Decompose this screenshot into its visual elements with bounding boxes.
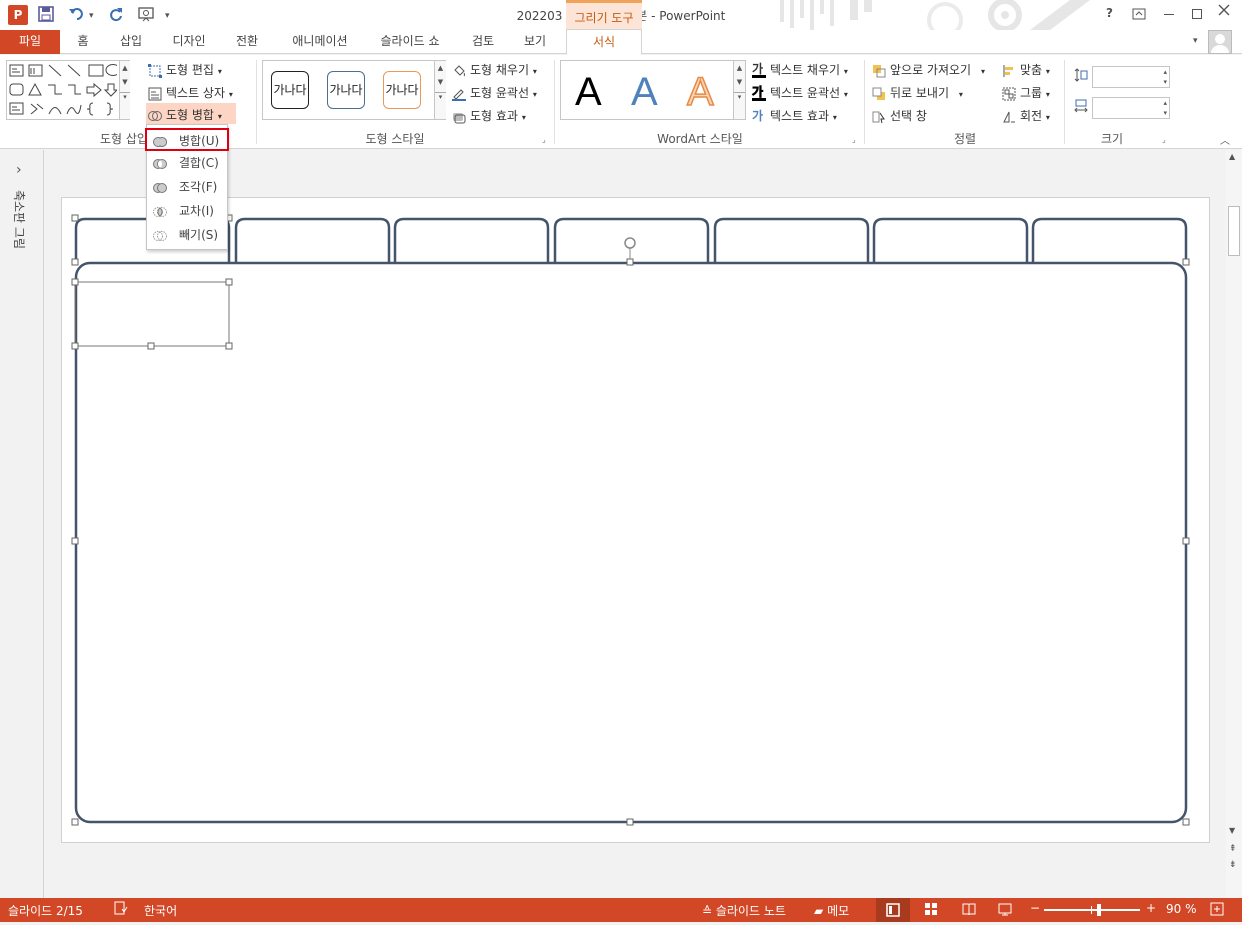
merge-shapes-menu: 병합(U) 결합(C) 조각(F) 교차(I) 빼기(S) — [145, 124, 229, 250]
zoom-slider[interactable] — [1044, 904, 1140, 916]
slideshow-view-icon[interactable] — [998, 902, 1012, 919]
reading-view-icon[interactable] — [962, 902, 976, 919]
zoom-in-button[interactable]: + — [1146, 901, 1156, 915]
notes-icon: ≙ — [702, 904, 713, 918]
scroll-up-icon[interactable]: ▲ — [1229, 152, 1235, 161]
scroll-thumb[interactable] — [1228, 206, 1240, 256]
menu-item-combine[interactable]: 결합(C) — [147, 152, 227, 175]
notes-button[interactable]: ≙ 슬라이드 노트 — [702, 902, 786, 919]
notes-label: 슬라이드 노트 — [715, 904, 786, 918]
intersect-icon — [153, 207, 167, 217]
combine-label: 결합(C) — [179, 156, 219, 170]
main-panel-shape — [74, 261, 1188, 824]
scroll-down-icon[interactable]: ▼ — [1229, 826, 1235, 835]
vertical-scrollbar[interactable]: ▲ ▼ ⇞ ⇟ — [1226, 150, 1242, 898]
normal-view-icon — [886, 903, 900, 917]
comment-icon: ▰ — [814, 904, 824, 918]
spelling-check-icon[interactable] — [114, 901, 128, 918]
tab-shape-4 — [553, 217, 710, 262]
tab-shape-7 — [1031, 217, 1188, 262]
slide-indicator[interactable]: 슬라이드 2/15 — [8, 902, 83, 919]
menu-item-intersect[interactable]: 교차(I) — [147, 200, 227, 223]
zoom-out-button[interactable]: − — [1030, 901, 1040, 915]
normal-view-button[interactable] — [876, 898, 910, 922]
menu-item-union[interactable]: 병합(U) — [145, 128, 229, 151]
menu-item-subtract[interactable]: 빼기(S) — [147, 224, 227, 247]
tab-shape-6 — [872, 217, 1029, 262]
zoom-slider-thumb[interactable] — [1097, 904, 1101, 916]
fragment-label: 조각(F) — [179, 180, 218, 194]
combine-icon — [153, 159, 167, 169]
union-label: 병합(U) — [179, 134, 220, 148]
intersect-label: 교차(I) — [179, 204, 214, 218]
zoom-level[interactable]: 90 % — [1166, 902, 1197, 916]
previous-slide-icon[interactable]: ⇞ — [1229, 844, 1237, 854]
language-indicator[interactable]: 한국어 — [144, 902, 177, 919]
next-slide-icon[interactable]: ⇟ — [1229, 860, 1237, 870]
zoom-slider-center-tick — [1091, 906, 1092, 914]
union-icon — [153, 136, 167, 148]
subtract-icon — [153, 231, 167, 241]
tab-shape-3 — [393, 217, 550, 262]
slide-sorter-icon[interactable] — [924, 902, 938, 919]
fit-to-window-icon[interactable] — [1210, 902, 1224, 919]
tab-shape-2 — [234, 217, 391, 262]
menu-item-fragment[interactable]: 조각(F) — [147, 176, 227, 199]
fragment-icon — [153, 183, 167, 193]
comments-button[interactable]: ▰ 메모 — [814, 902, 849, 919]
subtract-label: 빼기(S) — [179, 228, 219, 242]
tab-shape-5 — [713, 217, 870, 262]
comments-label: 메모 — [827, 904, 850, 918]
